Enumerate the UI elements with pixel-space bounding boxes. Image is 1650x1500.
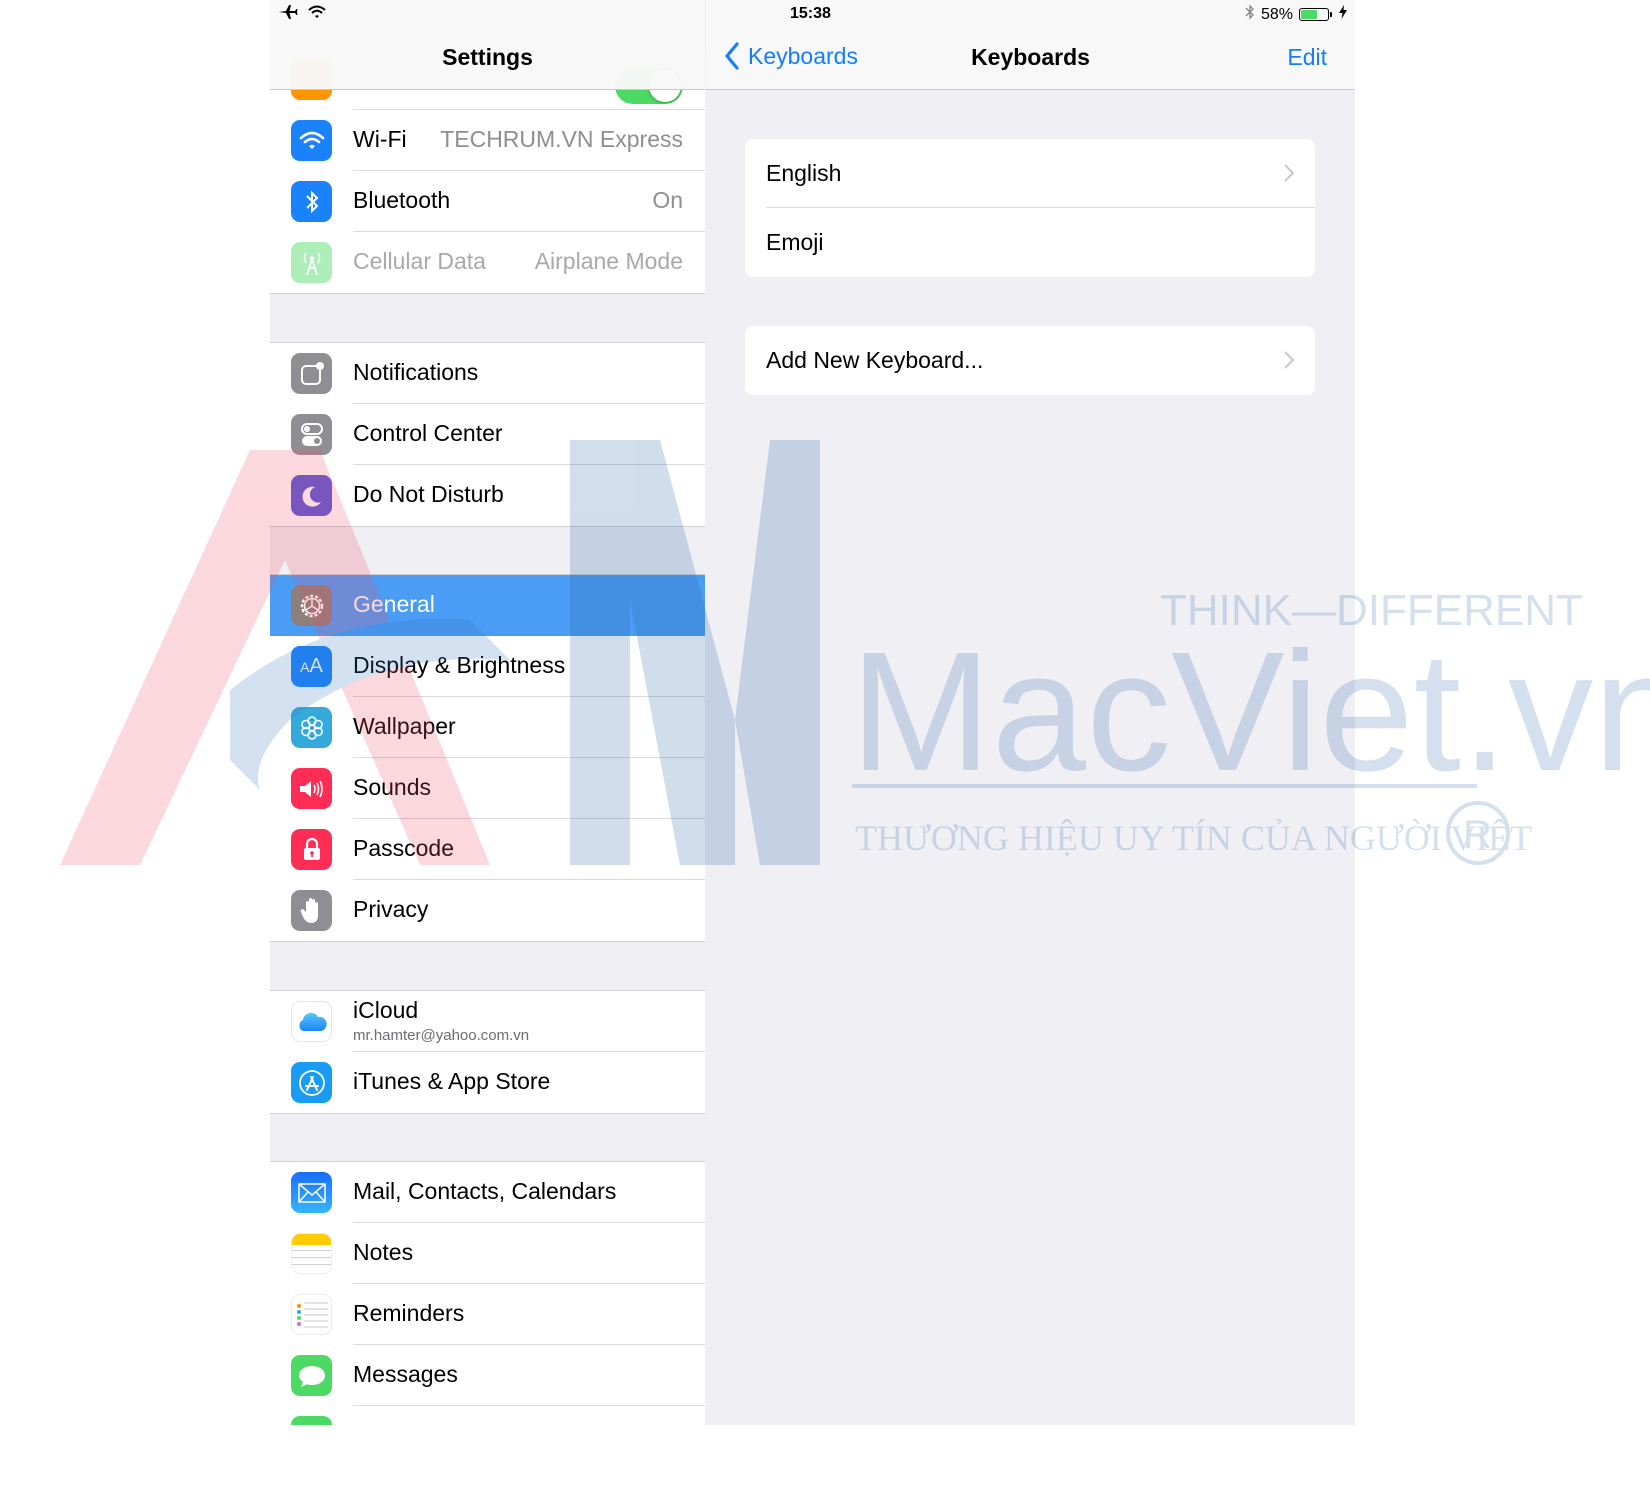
gear-icon <box>291 585 332 626</box>
keyboards-detail-pane: Keyboards Keyboards Edit English Emoji A… <box>706 0 1355 1425</box>
row-label: iTunes & App Store <box>353 1068 551 1094</box>
row-label: Control Center <box>353 420 503 446</box>
messages-icon <box>291 1355 332 1396</box>
row-value: Airplane Mode <box>534 248 683 274</box>
ipad-screen: 15:38 58% Wi-Fi TECHRUM.VN Express Bluet… <box>270 0 1355 1425</box>
settings-row-control-center[interactable]: Control Center <box>270 404 705 465</box>
settings-row-mail-contacts-calendars[interactable]: Mail, Contacts, Calendars <box>270 1162 705 1223</box>
add-keyboard-group: Add New Keyboard... <box>745 326 1315 395</box>
back-button-label: Keyboards <box>748 42 858 69</box>
keyboard-label: Emoji <box>766 229 824 255</box>
settings-row-sounds[interactable]: Sounds <box>270 758 705 819</box>
row-value: On <box>652 187 683 213</box>
settings-row-cellular-data: Cellular Data Airplane Mode <box>270 232 705 293</box>
settings-row-passcode[interactable]: Passcode <box>270 819 705 880</box>
notifications-icon <box>291 353 332 394</box>
settings-sidebar: Wi-Fi TECHRUM.VN Express Bluetooth On Ce… <box>270 0 705 1425</box>
chevron-left-icon <box>724 42 740 70</box>
chevron-right-icon <box>1283 350 1295 375</box>
wifi-icon <box>308 5 326 24</box>
text-size-icon: AA <box>291 646 332 687</box>
row-label: Reminders <box>353 1300 465 1326</box>
row-label: Display & Brightness <box>353 652 566 678</box>
battery-percent: 58% <box>1260 5 1293 23</box>
edit-button[interactable]: Edit <box>1287 44 1327 71</box>
registered-mark: R <box>1463 813 1492 857</box>
cloud-icon <box>291 1001 332 1042</box>
row-label: iCloud <box>353 997 419 1023</box>
bluetooth-icon <box>291 181 332 222</box>
settings-row-icloud[interactable]: iCloud mr.hamter@yahoo.com.vn <box>270 991 705 1052</box>
reminders-icon <box>291 1294 332 1335</box>
wifi-icon <box>291 120 332 161</box>
settings-row-messages[interactable]: Messages <box>270 1345 705 1406</box>
settings-row-itunes-app-store[interactable]: iTunes & App Store <box>270 1052 705 1113</box>
mail-icon <box>291 1172 332 1213</box>
battery-icon <box>1299 8 1332 21</box>
airplane-icon <box>278 4 298 25</box>
row-label: General <box>353 591 435 617</box>
chevron-right-icon <box>1283 163 1295 188</box>
row-label: Privacy <box>353 896 429 922</box>
settings-row-notes[interactable]: Notes <box>270 1223 705 1284</box>
flower-icon <box>291 707 332 748</box>
keyboard-label: English <box>766 160 842 186</box>
notes-icon <box>291 1233 332 1274</box>
row-label: Sounds <box>353 774 432 800</box>
group-separator <box>270 526 705 575</box>
row-value: TECHRUM.VN Express <box>440 126 683 152</box>
settings-row-wifi[interactable]: Wi-Fi TECHRUM.VN Express <box>270 110 705 171</box>
keyboards-list: English Emoji <box>745 139 1315 277</box>
keyboard-row-emoji[interactable]: Emoji <box>745 208 1315 277</box>
settings-row-display-brightness[interactable]: AA Display & Brightness <box>270 636 705 697</box>
clock: 15:38 <box>790 5 831 22</box>
row-label: Wallpaper <box>353 713 456 739</box>
app-store-icon <box>291 1062 332 1103</box>
row-label: Bluetooth <box>353 187 451 213</box>
moon-icon <box>291 475 332 516</box>
row-label: Messages <box>353 1361 458 1387</box>
group-separator <box>270 293 705 343</box>
page-title: Settings <box>442 44 533 70</box>
facetime-icon <box>291 1416 332 1425</box>
lock-icon <box>291 829 332 870</box>
settings-row-general[interactable]: General <box>270 575 705 636</box>
control-center-icon <box>291 414 332 455</box>
row-label: Passcode <box>353 835 455 861</box>
settings-row-reminders[interactable]: Reminders <box>270 1284 705 1345</box>
row-label: Do Not Disturb <box>353 481 504 507</box>
settings-row-bluetooth[interactable]: Bluetooth On <box>270 171 705 232</box>
icloud-account-email: mr.hamter@yahoo.com.vn <box>353 1027 530 1044</box>
row-label: Wi-Fi <box>353 126 407 152</box>
battery-fill <box>1301 10 1318 19</box>
row-label: Mail, Contacts, Calendars <box>353 1178 617 1204</box>
bluetooth-icon <box>1245 4 1255 25</box>
group-separator <box>270 1113 705 1162</box>
settings-row-privacy[interactable]: Privacy <box>270 880 705 941</box>
row-label: Notifications <box>353 359 479 385</box>
row-label: Notes <box>353 1239 414 1265</box>
cellular-antenna-icon <box>291 242 332 283</box>
back-button[interactable]: Keyboards <box>724 42 858 70</box>
settings-row-do-not-disturb[interactable]: Do Not Disturb <box>270 465 705 526</box>
group-separator <box>270 941 705 991</box>
hand-icon <box>291 890 332 931</box>
row-label: Cellular Data <box>353 248 486 274</box>
settings-row-wallpaper[interactable]: Wallpaper <box>270 697 705 758</box>
add-new-keyboard-button[interactable]: Add New Keyboard... <box>745 326 1315 395</box>
add-keyboard-label: Add New Keyboard... <box>766 347 984 373</box>
speaker-icon <box>291 768 332 809</box>
registered-mark-icon <box>1446 801 1510 865</box>
settings-row-notifications[interactable]: Notifications <box>270 343 705 404</box>
status-bar: 15:38 58% <box>270 0 1355 28</box>
keyboard-row-english[interactable]: English <box>745 139 1315 208</box>
settings-row-facetime-partial[interactable] <box>270 1406 705 1425</box>
charging-bolt-icon <box>1339 5 1347 24</box>
